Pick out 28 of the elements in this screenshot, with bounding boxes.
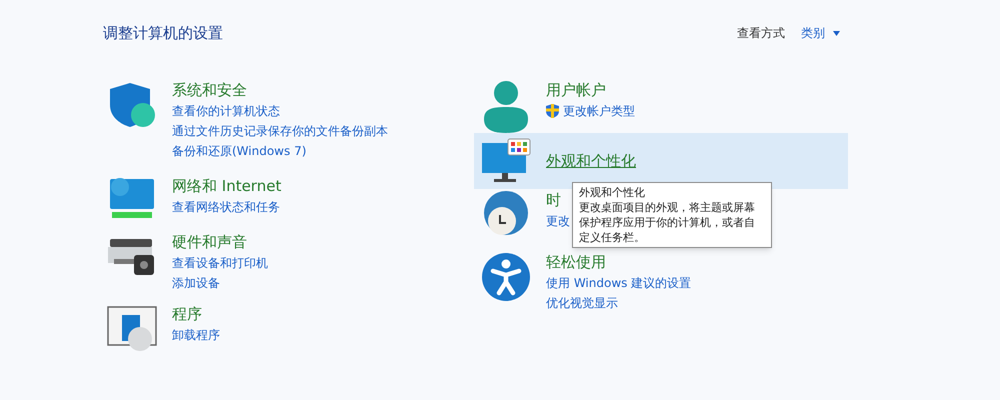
category-link[interactable]: 用户帐户: [546, 78, 635, 100]
task-link[interactable]: 添加设备: [172, 274, 220, 292]
highlighted-row[interactable]: 外观和个性化: [474, 132, 848, 188]
task-link[interactable]: 更改帐户类型: [563, 102, 635, 120]
task-link[interactable]: 使用 Windows 建议的设置: [546, 274, 692, 292]
view-dropdown[interactable]: 类别: [801, 24, 840, 42]
task-link[interactable]: 查看你的计算机状态: [172, 102, 280, 120]
monitor-palette-icon: [480, 136, 532, 184]
task-link[interactable]: 优化视觉显示: [546, 294, 618, 312]
view-label: 查看方式: [737, 25, 785, 42]
task-link[interactable]: 查看网络状态和任务: [172, 198, 280, 216]
category-link[interactable]: 系统和安全: [172, 78, 388, 100]
accessibility-icon: [480, 250, 532, 302]
category-link[interactable]: 硬件和声音: [172, 230, 268, 252]
tooltip-text: 更改桌面项目的外观，将主题或屏幕保护程序应用于你的计算机，或者自定义任务栏。: [579, 200, 756, 245]
task-link[interactable]: 通过文件历史记录保存你的文件备份副本: [172, 122, 388, 140]
category-link[interactable]: 时: [546, 188, 570, 210]
task-link[interactable]: 卸载程序: [172, 326, 220, 344]
user-icon: [482, 78, 530, 134]
task-link[interactable]: 更改: [546, 212, 570, 230]
category-link[interactable]: 外观和个性化: [546, 150, 636, 172]
task-link[interactable]: 备份和还原(Windows 7): [172, 142, 306, 160]
category-link[interactable]: 程序: [172, 302, 220, 324]
category-link[interactable]: 网络和 Internet: [172, 174, 282, 196]
caret-icon: [833, 30, 840, 36]
page-heading: 调整计算机的设置: [103, 23, 223, 44]
task-link[interactable]: 查看设备和打印机: [172, 254, 268, 272]
category-link[interactable]: 轻松使用: [546, 250, 692, 272]
